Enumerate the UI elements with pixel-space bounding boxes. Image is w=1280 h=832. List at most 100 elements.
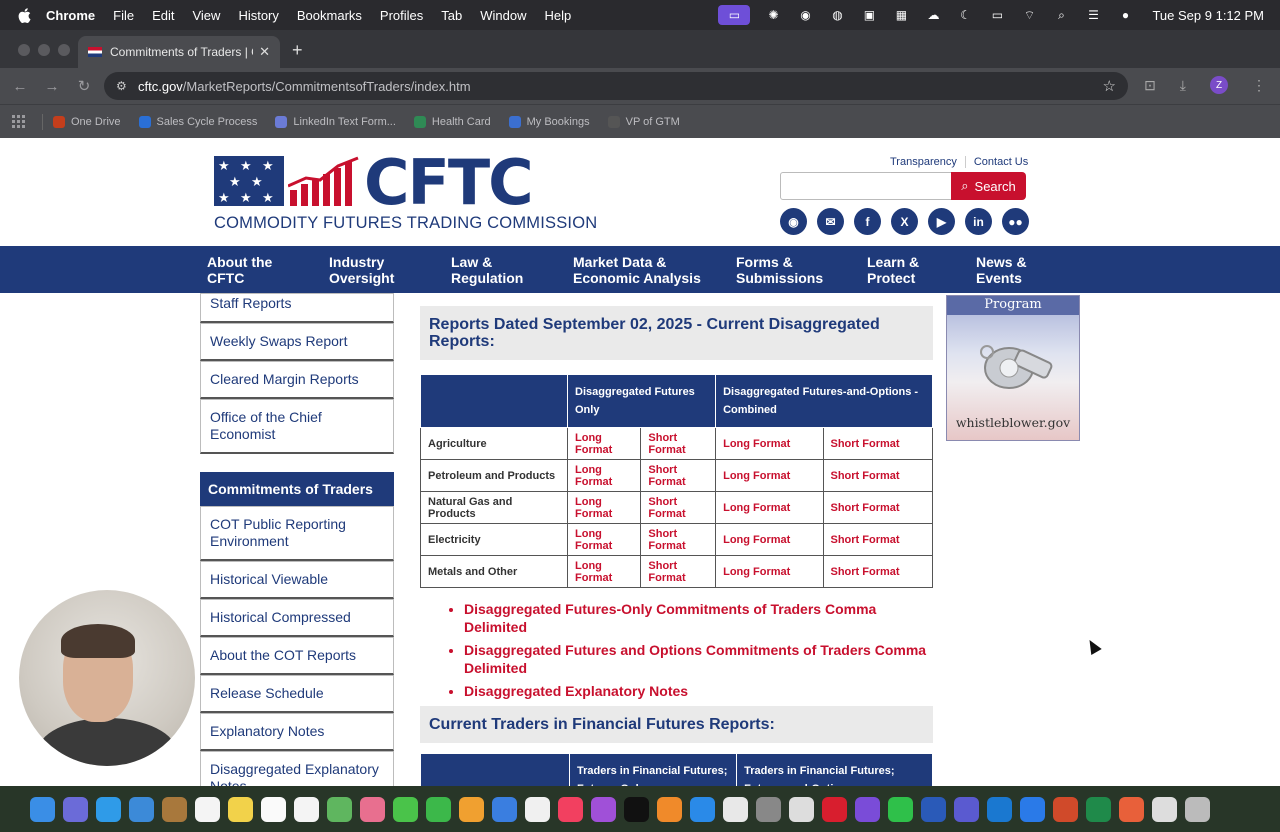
forward-icon[interactable]: → [36,78,68,95]
sidebar-item-release-schedule[interactable]: Release Schedule [200,675,394,713]
battery-icon[interactable]: ▭ [988,8,1006,22]
minimize-window-button[interactable] [38,44,50,56]
combined-long-link[interactable]: Long Format [715,491,824,524]
futures-long-link[interactable]: Long Format [566,523,642,556]
futures-long-link[interactable]: Long Format [566,427,642,460]
books-icon[interactable] [657,796,682,822]
menu-help[interactable]: Help [545,8,572,23]
control-center-icon[interactable]: ☰ [1084,8,1102,22]
google-lens-icon[interactable]: ⊡ [1144,77,1156,94]
excel-icon[interactable] [1086,796,1111,822]
menu-edit[interactable]: Edit [152,8,174,23]
perplexity-icon[interactable] [855,796,880,822]
menu-window[interactable]: Window [480,8,526,23]
profile-avatar[interactable]: Z [1210,76,1228,94]
cftc-logo[interactable]: ★ ★ ★ ★ ★ ★ ★ ★ CFTC COMMODITY FUTURES T… [214,146,597,234]
combined-short-link[interactable]: Short Format [822,523,933,556]
link-futures-only-csv[interactable]: Disaggregated Futures-Only Commitments o… [464,600,933,636]
combined-short-link[interactable]: Short Format [822,459,933,492]
freeform-icon[interactable] [261,796,286,822]
apple-menu-icon[interactable] [18,7,32,23]
combined-short-link[interactable]: Short Format [822,427,933,460]
reload-icon[interactable]: ↻ [68,77,100,95]
reminders-icon[interactable] [294,796,319,822]
word-icon[interactable] [921,796,946,822]
keynote-icon[interactable] [492,796,517,822]
brightness-icon[interactable]: ✺ [764,8,782,22]
sidebar-item-historical-viewable[interactable]: Historical Viewable [200,561,394,599]
outlook-icon[interactable] [987,796,1012,822]
menubar-clock[interactable]: Tue Sep 9 1:12 PM [1152,8,1264,23]
trash-icon[interactable] [1185,796,1210,822]
parallels-icon[interactable] [822,796,847,822]
bookmark-vp-of-gtm[interactable]: VP of GTM [607,115,680,128]
chrome-icon[interactable] [723,796,748,822]
address-bar[interactable]: ⚙ cftc.gov /MarketReports/CommitmentsofT… [104,72,1128,100]
spotlight-search-icon[interactable]: ⌕ [1052,8,1070,22]
teams-status-icon[interactable]: ▦ [892,8,910,22]
contact-us-link[interactable]: Contact Us [974,156,1028,168]
site-info-icon[interactable]: ⚙ [116,79,130,93]
menu-view[interactable]: View [192,8,220,23]
back-icon[interactable]: ← [4,78,36,95]
camera-status-icon[interactable]: ▣ [860,8,878,22]
combined-short-link[interactable]: Short Format [822,491,933,524]
nav-law-regulation[interactable]: Law & Regulation [451,254,523,286]
nav-industry-oversight[interactable]: Industry Oversight [329,254,394,286]
sidebar-item-staff-reports[interactable]: Staff Reports [200,293,394,323]
pages-icon[interactable] [459,796,484,822]
link-futures-options-csv[interactable]: Disaggregated Futures and Options Commit… [464,641,933,677]
photos-icon[interactable] [360,796,385,822]
podcasts-icon[interactable] [591,796,616,822]
calendar-icon[interactable] [195,796,220,822]
futures-long-link[interactable]: Long Format [566,491,642,524]
bookmark-linkedin-text[interactable]: LinkedIn Text Form... [275,115,396,128]
sidebar-item-disaggregated-notes[interactable]: Disaggregated Explanatory Notes [200,751,394,786]
sidebar-item-chief-economist[interactable]: Office of the Chief Economist [200,399,394,454]
app-store-icon[interactable] [690,796,715,822]
menu-app-chrome[interactable]: Chrome [46,8,95,23]
bookmark-sales-cycle[interactable]: Sales Cycle Process [138,115,257,128]
new-tab-button[interactable]: + [292,40,303,61]
zoom-status-icon[interactable]: ◍ [828,8,846,22]
zoom-window-button[interactable] [58,44,70,56]
messages-icon[interactable] [393,796,418,822]
tab-cftc[interactable]: Commitments of Traders | CF ✕ [78,36,280,68]
search-input[interactable] [780,172,952,200]
moon-icon[interactable]: ☾ [956,8,974,22]
nav-forms-submissions[interactable]: Forms & Submissions [736,254,823,286]
combined-long-link[interactable]: Long Format [715,523,824,556]
menu-profiles[interactable]: Profiles [380,8,423,23]
bookmark-my-bookings[interactable]: My Bookings [508,115,590,128]
sidebar-item-explanatory-notes[interactable]: Explanatory Notes [200,713,394,751]
apps-grid-icon[interactable] [12,114,26,129]
close-tab-icon[interactable]: ✕ [259,44,270,60]
futures-long-link[interactable]: Long Format [566,555,642,588]
x-twitter-icon[interactable]: X [891,208,918,235]
bookmark-star-icon[interactable]: ☆ [1103,77,1116,95]
linkedin-icon[interactable]: in [965,208,992,235]
sidebar-heading-cot[interactable]: Commitments of Traders [200,472,394,506]
combined-long-link[interactable]: Long Format [715,555,824,588]
facetime-icon[interactable] [426,796,451,822]
facebook-icon[interactable]: f [854,208,881,235]
combined-long-link[interactable]: Long Format [715,459,824,492]
nav-learn-protect[interactable]: Learn & Protect [867,254,919,286]
chrome-menu-icon[interactable]: ⋮ [1252,77,1266,94]
nav-market-data[interactable]: Market Data & Economic Analysis [573,254,701,286]
nav-news-events[interactable]: News & Events [976,254,1027,286]
downloads-stack-icon[interactable] [1152,796,1177,822]
wifi-icon[interactable]: ⌔ [1020,8,1038,22]
powerpoint-icon[interactable] [1053,796,1078,822]
preview-icon[interactable] [789,796,814,822]
teams-icon[interactable] [954,796,979,822]
contacts-icon[interactable] [162,796,187,822]
system-settings-icon[interactable] [756,796,781,822]
cloud-icon[interactable]: ☁ [924,8,942,22]
sidebar-item-cot-pre[interactable]: COT Public Reporting Environment [200,506,394,561]
sidebar-item-about-cot[interactable]: About the COT Reports [200,637,394,675]
transparency-link[interactable]: Transparency [890,156,957,168]
futures-short-link[interactable]: Short Format [640,427,717,460]
futures-short-link[interactable]: Short Format [640,555,717,588]
music-icon[interactable] [558,796,583,822]
